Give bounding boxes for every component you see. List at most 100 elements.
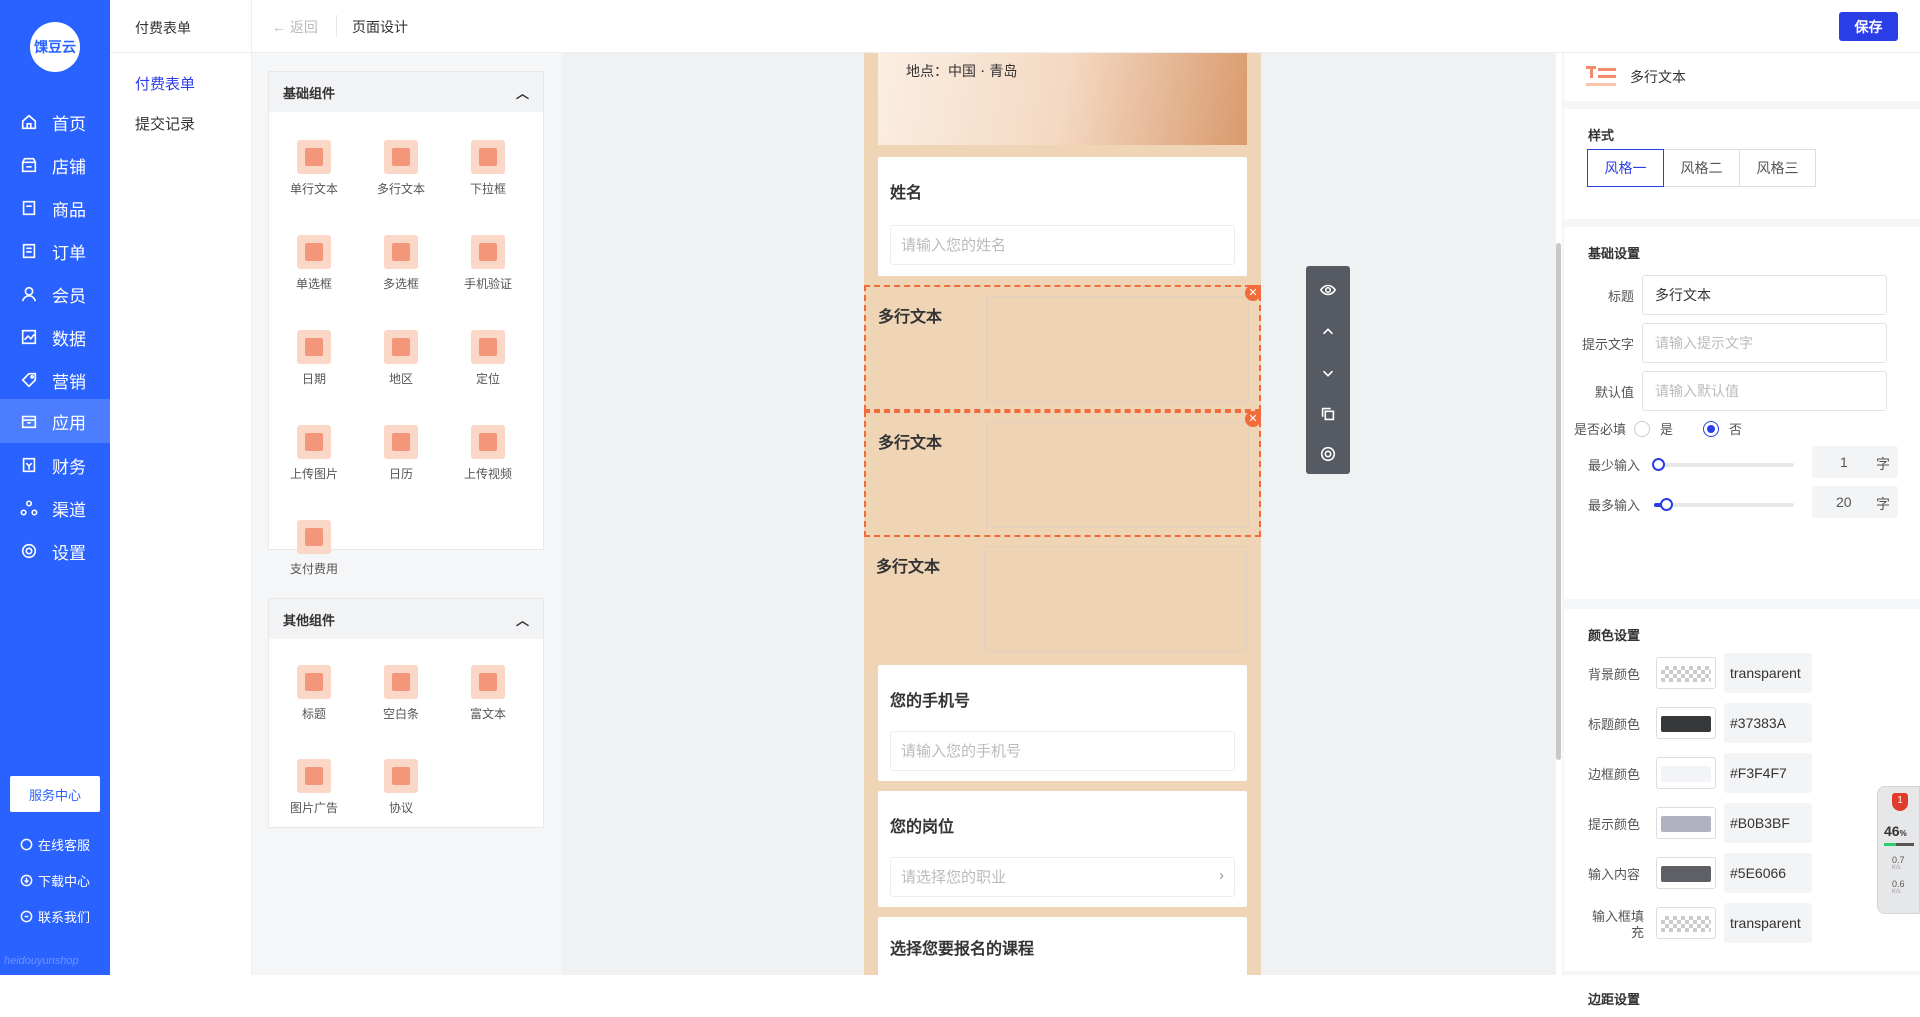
form-field-multiline-selected[interactable]: 多行文本 ✕ <box>864 285 1261 411</box>
component-image-ad[interactable]: 图片广告 <box>279 759 349 816</box>
hint-color-swatch[interactable] <box>1656 807 1716 839</box>
nav-item-order[interactable]: 订单 <box>0 227 110 275</box>
color-label: 输入框填充 <box>1591 909 1644 940</box>
canvas-scrollbar[interactable] <box>1556 243 1561 760</box>
visibility-button[interactable] <box>1306 270 1350 310</box>
component-location[interactable]: 定位 <box>453 330 523 387</box>
nav-item-home[interactable]: 首页 <box>0 98 110 146</box>
back-button[interactable]: ← 返回 <box>272 17 318 37</box>
slider-handle[interactable] <box>1660 498 1673 511</box>
contact-us-link[interactable]: 联系我们 <box>20 907 90 926</box>
component-upload-video[interactable]: 上传视频 <box>453 425 523 482</box>
component-payment[interactable]: 支付费用 <box>279 520 349 577</box>
group-header[interactable]: 基础组件 ︿ <box>269 72 543 112</box>
required-no-radio[interactable] <box>1703 420 1720 437</box>
component-single-line[interactable]: 单行文本 <box>279 140 349 197</box>
component-label: 标题 <box>301 707 326 721</box>
phone-input[interactable]: 请输入您的手机号 <box>890 731 1235 771</box>
field-label: 默认值 <box>1594 384 1634 400</box>
title-color-value[interactable]: #37383A <box>1724 703 1812 743</box>
input-color-swatch[interactable] <box>1656 857 1716 889</box>
gear-icon <box>1320 446 1336 462</box>
copy-button[interactable] <box>1306 394 1350 434</box>
fill-color-swatch[interactable] <box>1656 907 1716 939</box>
online-support-link[interactable]: 在线客服 <box>20 835 90 854</box>
service-center-button[interactable]: 服务中心 <box>10 776 100 812</box>
max-input[interactable]: 20 字 <box>1812 486 1898 518</box>
nav-item-settings[interactable]: 设置 <box>0 527 110 575</box>
subnav-title: 付费表单 <box>135 20 191 36</box>
component-rich-text[interactable]: 富文本 <box>453 665 523 722</box>
fill-color-value[interactable]: transparent <box>1724 903 1812 943</box>
bg-color-swatch[interactable] <box>1656 657 1716 689</box>
nav-item-member[interactable]: 会员 <box>0 270 110 318</box>
component-dropdown[interactable]: 下拉框 <box>453 140 523 197</box>
nav-item-channel[interactable]: 渠道 <box>0 484 110 532</box>
nav-item-apps[interactable]: 应用 <box>0 399 110 443</box>
subnav-item-submissions[interactable]: 提交记录 <box>135 113 195 134</box>
logo[interactable]: 馃豆云 <box>30 22 80 72</box>
form-field-multiline[interactable]: 多行文本 ✕ <box>864 411 1261 537</box>
component-calendar[interactable]: 日历 <box>366 425 436 482</box>
close-icon[interactable]: ✕ <box>1245 411 1261 427</box>
component-title[interactable]: 标题 <box>279 665 349 722</box>
nav-item-data[interactable]: 数据 <box>0 313 110 361</box>
component-blank[interactable]: 空白条 <box>366 665 436 722</box>
field-label: 多行文本 <box>876 559 941 576</box>
download-center-link[interactable]: 下载中心 <box>20 871 90 890</box>
border-color-value[interactable]: #F3F4F7 <box>1724 753 1812 793</box>
component-radio[interactable]: 单选框 <box>279 235 349 292</box>
textarea[interactable] <box>986 296 1249 402</box>
component-label: 协议 <box>388 801 413 815</box>
gear-icon <box>21 543 37 559</box>
input-color-value[interactable]: #5E6066 <box>1724 853 1812 893</box>
component-date[interactable]: 日期 <box>279 330 349 387</box>
job-select[interactable]: 请选择您的职业 › <box>890 857 1235 897</box>
basic-components-group: 基础组件 ︿ 单行文本 多行文本 下拉框 单选框 多选框 手机验证 日期 地区 … <box>268 71 544 576</box>
default-input[interactable]: 请输入默认值 <box>1642 371 1887 411</box>
nav-item-goods[interactable]: 商品 <box>0 184 110 232</box>
component-upload-image[interactable]: 上传图片 <box>279 425 349 482</box>
group-header[interactable]: 其他组件 ︿ <box>269 599 543 639</box>
settings-button[interactable] <box>1306 434 1350 474</box>
title-color-swatch[interactable] <box>1656 707 1716 739</box>
required-yes-radio[interactable] <box>1634 420 1650 437</box>
border-color-swatch[interactable] <box>1656 757 1716 789</box>
min-slider[interactable] <box>1652 458 1794 471</box>
textarea[interactable] <box>986 422 1249 528</box>
system-monitor-widget[interactable]: 1 46% 0.7 K/s 0.6 K/s <box>1877 786 1920 914</box>
min-value: 1 <box>1840 454 1848 470</box>
nav-item-marketing[interactable]: 营销 <box>0 356 110 404</box>
hint-color-value[interactable]: #B0B3BF <box>1724 803 1812 843</box>
move-down-button[interactable] <box>1306 353 1350 393</box>
nav-item-store[interactable]: 店铺 <box>0 141 110 189</box>
min-input[interactable]: 1 字 <box>1812 446 1898 478</box>
slider-handle[interactable] <box>1652 458 1665 471</box>
form-field-multiline[interactable]: 多行文本 <box>864 537 1261 663</box>
name-input[interactable]: 请输入您的姓名 <box>890 225 1235 265</box>
component-region[interactable]: 地区 <box>366 330 436 387</box>
style-tab-1[interactable]: 风格一 <box>1587 149 1664 187</box>
style-tab-2[interactable]: 风格二 <box>1663 149 1740 187</box>
field-label: 您的手机号 <box>890 693 971 710</box>
save-button[interactable]: 保存 <box>1839 12 1898 41</box>
bg-color-value[interactable]: transparent <box>1724 653 1812 693</box>
subnav-item-paid-form[interactable]: 付费表单 <box>135 73 195 94</box>
hint-input[interactable]: 请输入提示文字 <box>1642 323 1887 363</box>
style-tab-3[interactable]: 风格三 <box>1739 149 1816 187</box>
form-field-job[interactable]: 您的岗位 请选择您的职业 › <box>878 791 1247 907</box>
move-up-button[interactable] <box>1306 312 1350 352</box>
component-phone-verify[interactable]: 手机验证 <box>453 235 523 292</box>
nav-item-finance[interactable]: 财务 <box>0 441 110 489</box>
form-field-phone[interactable]: 您的手机号 请输入您的手机号 <box>878 665 1247 781</box>
form-field-name[interactable]: 姓名 请输入您的姓名 <box>878 157 1247 276</box>
form-field-course[interactable]: 选择您要报名的课程 <box>878 917 1247 975</box>
title-input[interactable]: 多行文本 <box>1642 275 1887 315</box>
max-slider[interactable] <box>1654 498 1794 511</box>
close-icon[interactable]: ✕ <box>1245 285 1261 301</box>
component-checkbox[interactable]: 多选框 <box>366 235 436 292</box>
textarea[interactable] <box>984 546 1247 652</box>
divider <box>110 52 252 53</box>
component-agreement[interactable]: 协议 <box>366 759 436 816</box>
component-multi-line[interactable]: 多行文本 <box>366 140 436 197</box>
